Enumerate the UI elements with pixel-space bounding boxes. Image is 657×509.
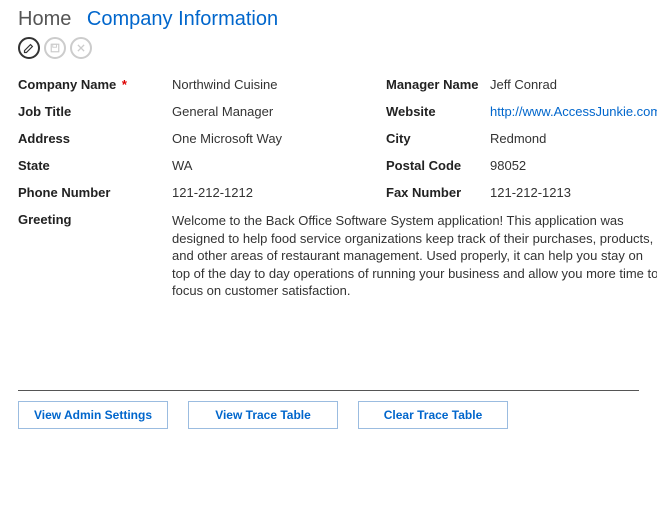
value-greeting: Welcome to the Back Office Software Syst… [172, 212, 657, 300]
close-icon [76, 43, 86, 53]
label-manager-name: Manager Name [386, 77, 486, 92]
label-city: City [386, 131, 486, 146]
value-company-name: Northwind Cuisine [172, 77, 382, 92]
label-state: State [18, 158, 168, 173]
value-city: Redmond [490, 131, 657, 146]
label-postal-code: Postal Code [386, 158, 486, 173]
breadcrumb: Home Company Information [18, 8, 639, 31]
cancel-button [70, 37, 92, 59]
value-address: One Microsoft Way [172, 131, 382, 146]
toolbar [18, 37, 639, 59]
view-admin-settings-button[interactable]: View Admin Settings [18, 401, 168, 429]
label-phone: Phone Number [18, 185, 168, 200]
pencil-icon [23, 42, 35, 54]
value-manager-name: Jeff Conrad [490, 77, 657, 92]
edit-button[interactable] [18, 37, 40, 59]
value-job-title: General Manager [172, 104, 382, 119]
label-fax: Fax Number [386, 185, 486, 200]
save-icon [49, 42, 61, 54]
form-grid: Company Name * Northwind Cuisine Manager… [18, 77, 639, 300]
label-company-name: Company Name * [18, 77, 168, 92]
label-website: Website [386, 104, 486, 119]
website-link[interactable]: http://www.AccessJunkie.com [490, 104, 657, 119]
label-address: Address [18, 131, 168, 146]
required-mark: * [122, 77, 127, 92]
button-row: View Admin Settings View Trace Table Cle… [18, 401, 639, 429]
value-phone: 121-212-1212 [172, 185, 382, 200]
value-state: WA [172, 158, 382, 173]
label-job-title: Job Title [18, 104, 168, 119]
view-trace-table-button[interactable]: View Trace Table [188, 401, 338, 429]
value-website: http://www.AccessJunkie.com [490, 104, 657, 119]
value-postal-code: 98052 [490, 158, 657, 173]
divider [18, 390, 639, 391]
clear-trace-table-button[interactable]: Clear Trace Table [358, 401, 508, 429]
label-greeting: Greeting [18, 212, 168, 227]
breadcrumb-current: Company Information [87, 8, 278, 30]
save-button [44, 37, 66, 59]
breadcrumb-home[interactable]: Home [18, 8, 71, 30]
value-fax: 121-212-1213 [490, 185, 657, 200]
